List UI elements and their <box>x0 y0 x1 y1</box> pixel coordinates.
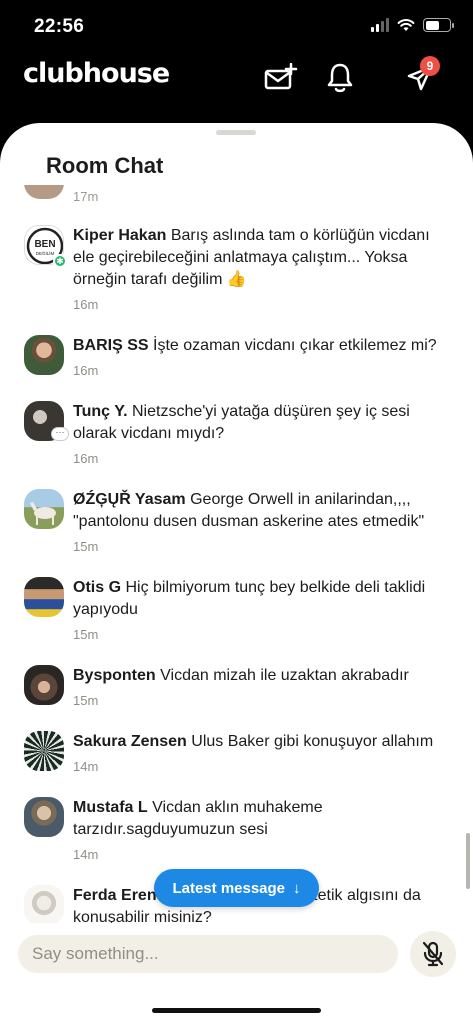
sender-name[interactable]: Tunç Y. <box>73 403 128 420</box>
message-input[interactable] <box>18 935 398 973</box>
message-time: 15m <box>73 539 99 554</box>
message-content: Hiç bilmiyorum tunç bey belkide deli tak… <box>73 579 426 618</box>
avatar[interactable] <box>24 335 64 375</box>
avatar[interactable] <box>24 885 64 923</box>
sender-name[interactable]: Bysponten <box>73 667 156 684</box>
sender-name[interactable]: Sakura Zensen <box>73 733 187 750</box>
more-icon: ··· <box>51 427 69 441</box>
sender-name[interactable]: Otis G <box>73 579 121 596</box>
avatar[interactable] <box>24 489 64 529</box>
sender-name[interactable]: Mustafa L <box>73 799 148 816</box>
message-body: ØŹĢŲŘ Yasam George Orwell in anilarindan… <box>73 489 443 554</box>
latest-message-label: Latest message <box>172 879 286 897</box>
avatar[interactable] <box>24 797 64 837</box>
moderator-badge: ✱ <box>53 254 67 268</box>
svg-text:BEN: BEN <box>34 239 55 250</box>
message-time: 17m <box>73 189 99 204</box>
message-body: Otis G Hiç bilmiyorum tunç bey belkide d… <box>73 577 443 642</box>
battery-icon <box>423 18 454 32</box>
message-content: Vicdan mizah ile uzaktan akrabadır <box>160 667 409 684</box>
sheet-grabber[interactable] <box>216 130 256 135</box>
message-text: Tunç Y. Nietzsche'yi yatağa düşüren şey … <box>73 401 443 445</box>
message-body: Kiper Hakan Barış aslında tam o körlüğün… <box>73 225 443 312</box>
latest-message-button[interactable]: Latest message ↓ <box>154 869 319 907</box>
sender-name[interactable]: Ferda Eren <box>73 887 157 904</box>
message-content: Ulus Baker gibi konuşuyor allahım <box>191 733 434 750</box>
message-text: Bysponten Vicdan mizah ile uzaktan akrab… <box>73 665 443 687</box>
message-body: Tunç Y. Nietzsche'yi yatağa düşüren şey … <box>73 401 443 466</box>
status-bar: 22:56 <box>0 0 473 52</box>
message-text: Sakura Zensen Ulus Baker gibi konuşuyor … <box>73 731 443 753</box>
room-chat-sheet: Room Chat 17m BEN DEĞİLİM ✱ Kiper Hakan … <box>0 123 473 1024</box>
status-icons <box>371 18 454 32</box>
message-time: 14m <box>73 847 99 862</box>
bell-icon <box>327 63 353 93</box>
sheet-title: Room Chat <box>46 153 164 178</box>
message-time: 16m <box>73 363 99 378</box>
list-item: 17m <box>24 185 324 204</box>
avatar <box>24 185 64 199</box>
activity-button[interactable]: 9 <box>402 56 440 96</box>
message-text: BARIŞ SS İşte ozaman vicdanı çıkar etkil… <box>73 335 443 357</box>
compose-message-icon <box>264 63 298 90</box>
message-time: 16m <box>73 297 99 312</box>
mic-off-icon <box>422 941 444 967</box>
arrow-down-icon: ↓ <box>293 879 301 897</box>
notification-count-badge: 9 <box>420 56 440 76</box>
app-header: clubhouse 9 <box>0 52 473 122</box>
svg-text:DEĞİLİM: DEĞİLİM <box>36 250 55 256</box>
compose-message-button[interactable] <box>263 60 299 96</box>
status-time: 22:56 <box>34 16 85 37</box>
home-indicator[interactable] <box>152 1008 321 1013</box>
battery-fill <box>425 20 440 30</box>
sender-name[interactable]: ØŹĢŲŘ Yasam <box>73 491 186 508</box>
message-time: 14m <box>73 759 99 774</box>
mute-microphone-button[interactable] <box>410 931 456 977</box>
sender-name[interactable]: BARIŞ SS <box>73 337 149 354</box>
message-content: İşte ozaman vicdanı çıkar etkilemez mi? <box>153 337 437 354</box>
message-text: ØŹĢŲŘ Yasam George Orwell in anilarindan… <box>73 489 443 533</box>
message-input-container <box>18 935 398 973</box>
avatar[interactable] <box>24 665 64 705</box>
message-text: Mustafa L Vicdan aklın muhakeme tarzıdır… <box>73 797 443 841</box>
message-body: Sakura Zensen Ulus Baker gibi konuşuyor … <box>73 731 443 774</box>
message-body: Bysponten Vicdan mizah ile uzaktan akrab… <box>73 665 443 708</box>
scrollbar[interactable] <box>466 833 470 889</box>
chat-list[interactable]: 17m BEN DEĞİLİM ✱ Kiper Hakan Barış aslı… <box>0 185 473 923</box>
clubhouse-logo: clubhouse <box>23 58 170 89</box>
notifications-button[interactable] <box>322 60 358 96</box>
message-text: Kiper Hakan Barış aslında tam o körlüğün… <box>73 225 443 291</box>
wifi-icon <box>397 19 415 31</box>
cellular-signal-icon <box>371 18 389 32</box>
horse-image-icon <box>30 502 56 525</box>
message-time: 16m <box>73 451 99 466</box>
message-text: Otis G Hiç bilmiyorum tunç bey belkide d… <box>73 577 443 621</box>
avatar[interactable] <box>24 731 64 771</box>
sender-name[interactable]: Kiper Hakan <box>73 227 166 244</box>
message-time: 15m <box>73 693 99 708</box>
message-time: 15m <box>73 627 99 642</box>
message-body: BARIŞ SS İşte ozaman vicdanı çıkar etkil… <box>73 335 443 378</box>
avatar[interactable] <box>24 577 64 617</box>
message-body: Mustafa L Vicdan aklın muhakeme tarzıdır… <box>73 797 443 862</box>
